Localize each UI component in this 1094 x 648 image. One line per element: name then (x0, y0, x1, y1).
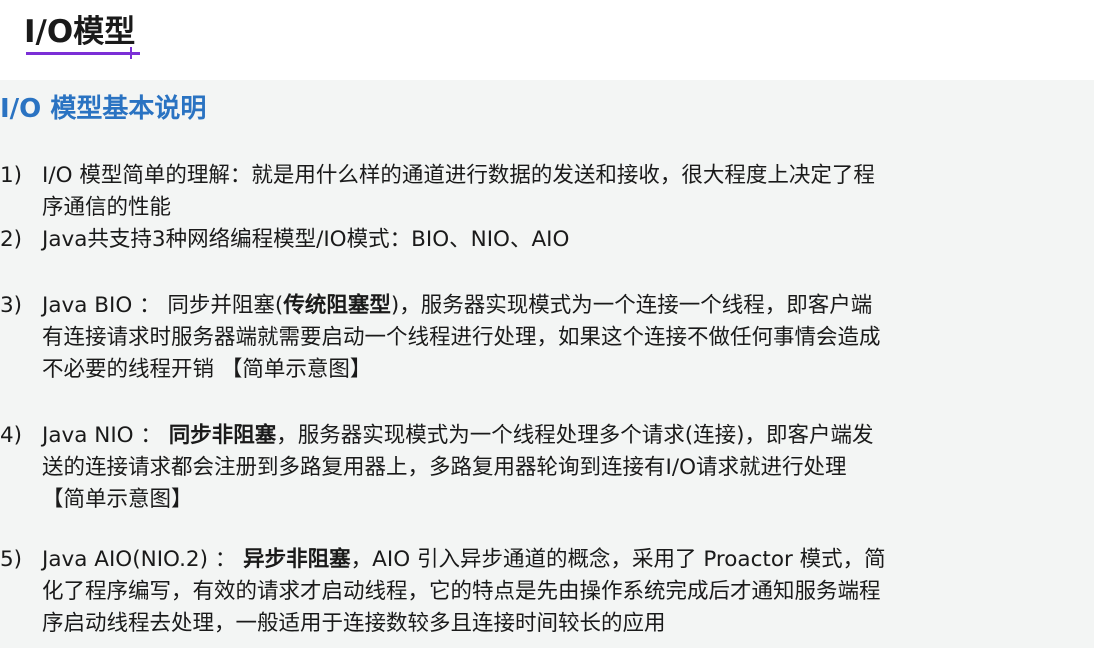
list-item-text: )，服务器实现模式为一个连接一个线程，即客户端 (390, 293, 873, 318)
list-item-3: 3) Java BIO ： 同步并阻塞(传统阻塞型)，服务器实现模式为一个连接一… (0, 290, 1090, 386)
title-bar: I/O模型 (0, 0, 1094, 80)
list-item-text: ，AIO 引入异步通道的概念，采用了 Proactor 模式，简 (350, 547, 886, 572)
list-item-number: 5) (0, 547, 23, 572)
list-item-emphasis: 传统阻塞型 (283, 293, 391, 318)
list-item-line: I/O 模型简单的理解：就是用什么样的通道进行数据的发送和接收，很大程度上决定了… (42, 163, 875, 188)
title-underline (26, 52, 140, 55)
list-item-number: 4) (0, 423, 23, 448)
list-item-number: 2) (0, 227, 23, 252)
list-item-number: 1) (0, 163, 23, 188)
list-item-line: 序启动线程去处理，一般适用于连接数较多且连接时间较长的应用 (42, 611, 666, 636)
list-item-line: 有连接请求时服务器端就需要启动一个线程进行处理，如果这个连接不做任何事情会造成 (42, 325, 881, 350)
list-item-line: Java共支持3种网络编程模型/IO模式：BIO、NIO、AIO (42, 227, 570, 252)
content-panel: I/O 模型基本说明 1) I/O 模型简单的理解：就是用什么样的通道进行数据的… (0, 80, 1094, 648)
list-item-text: ，服务器实现模式为一个线程处理多个请求(连接)，即客户端发 (276, 423, 874, 448)
list-item-number: 3) (0, 293, 23, 318)
list-item-text: Java BIO ： 同步并阻塞( (42, 293, 284, 318)
list-item-line: Java NIO ： 同步非阻塞，服务器实现模式为一个线程处理多个请求(连接)，… (0, 420, 1090, 452)
list-item-4: 4) Java NIO ： 同步非阻塞，服务器实现模式为一个线程处理多个请求(连… (0, 420, 1090, 516)
list-item-line: 序通信的性能 (42, 195, 172, 220)
list-item-5: 5) Java AIO(NIO.2) ： 异步非阻塞，AIO 引入异步通道的概念… (0, 544, 1090, 640)
list-item-line: 【简单示意图】 (42, 487, 193, 512)
list-item-line: Java BIO ： 同步并阻塞(传统阻塞型)，服务器实现模式为一个连接一个线程… (0, 290, 1090, 322)
list-item-line: Java AIO(NIO.2) ： 异步非阻塞，AIO 引入异步通道的概念，采用… (0, 544, 1090, 576)
list-item-2: 2) Java共支持3种网络编程模型/IO模式：BIO、NIO、AIO (0, 224, 1090, 256)
page-title: I/O模型 (24, 14, 136, 50)
list-item-text: Java AIO(NIO.2) ： (42, 547, 244, 572)
list-item-line: 送的连接请求都会注册到多路复用器上，多路复用器轮询到连接有I/O请求就进行处理 (42, 455, 847, 480)
list-item-text: Java NIO ： (42, 423, 169, 448)
list-item-line: 化了程序编写，有效的请求才启动线程，它的特点是先由操作系统完成后才通知服务端程 (42, 579, 881, 604)
list-item-emphasis: 同步非阻塞 (168, 423, 277, 448)
section-heading: I/O 模型基本说明 (0, 94, 207, 124)
list-item-emphasis: 异步非阻塞 (243, 547, 351, 572)
list-item-line: 不必要的线程开销 【简单示意图】 (42, 357, 372, 382)
list-item-1: 1) I/O 模型简单的理解：就是用什么样的通道进行数据的发送和接收，很大程度上… (0, 160, 1090, 224)
title-underline-tick (130, 47, 132, 59)
